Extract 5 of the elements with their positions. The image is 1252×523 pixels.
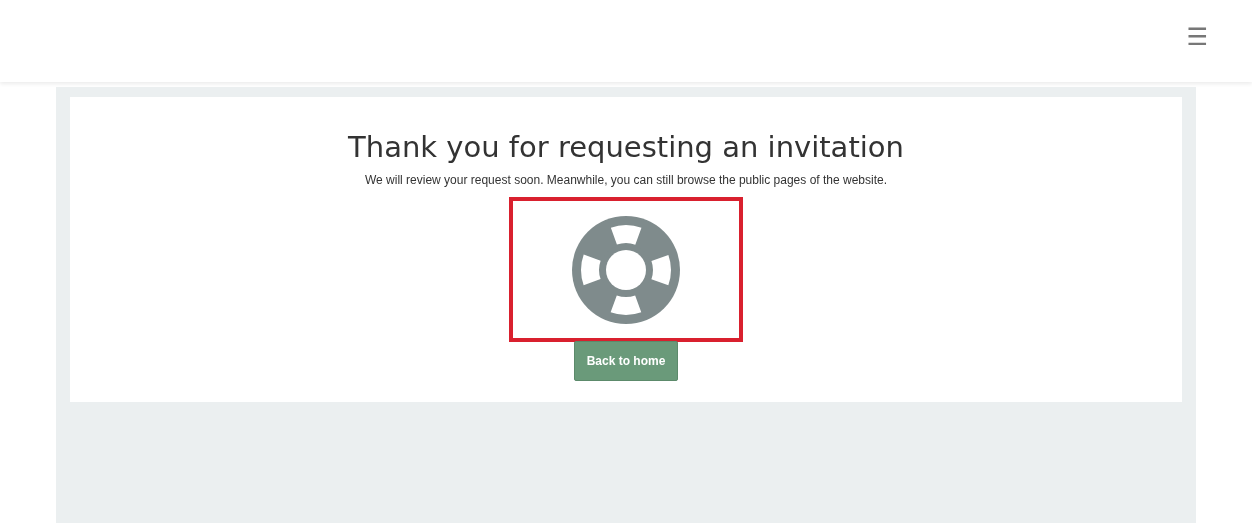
back-to-home-button[interactable]: Back to home <box>574 341 678 381</box>
page-title: Thank you for requesting an invitation <box>348 130 904 164</box>
lifebuoy-icon <box>571 214 681 325</box>
message-text: We will review your request soon. Meanwhile, you can still browse the public pages of the website. <box>364 173 887 187</box>
menu-icon[interactable]: ☰ <box>1186 25 1208 49</box>
